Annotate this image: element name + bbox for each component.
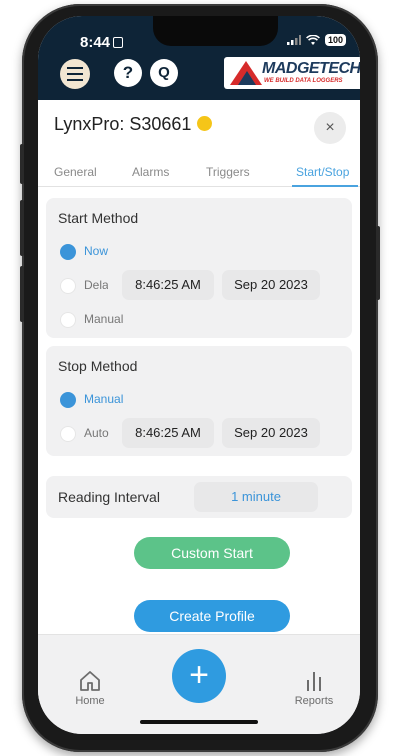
menu-icon-line xyxy=(67,79,83,81)
menu-button[interactable] xyxy=(60,59,90,89)
logo-text: MADGETECH xyxy=(262,60,360,77)
start-method-title: Start Method xyxy=(58,210,139,226)
start-manual-label: Manual xyxy=(84,312,124,326)
nav-reports-label: Reports xyxy=(294,695,334,707)
menu-icon-line xyxy=(67,67,83,69)
status-time: 8:44 xyxy=(80,34,124,51)
stop-method-title: Stop Method xyxy=(58,358,138,374)
logo-tagline: WE BUILD DATA LOGGERS xyxy=(264,78,343,84)
tab-bar: General Alarms Triggers Start/Stop xyxy=(38,158,360,187)
stop-manual-label: Manual xyxy=(84,392,124,406)
stop-method-card: Stop Method Manual Auto 8:46:25 AM Sep 2… xyxy=(46,346,352,456)
nav-reports[interactable]: Reports xyxy=(284,669,344,707)
tab-triggers[interactable]: Triggers xyxy=(206,165,250,179)
signal-icon xyxy=(286,35,301,45)
wifi-icon xyxy=(306,34,320,45)
add-button[interactable]: + xyxy=(172,649,226,703)
reports-icon xyxy=(307,672,321,691)
device-panel: LynxPro: S30661 × General Alarms Trigger… xyxy=(38,100,360,634)
tab-alarms[interactable]: Alarms xyxy=(132,165,169,179)
app-screen: 8:44 100 ? Q MADGETECH WE BUILD DATA LOG… xyxy=(38,16,360,734)
home-icon xyxy=(80,671,100,691)
home-indicator xyxy=(140,720,258,724)
phone-power-button xyxy=(376,226,380,300)
q-button[interactable]: Q xyxy=(150,59,178,87)
phone-volume-up xyxy=(20,200,24,256)
menu-icon-line xyxy=(67,73,83,75)
status-icons: 100 xyxy=(286,34,346,46)
bottom-nav: Home + Reports xyxy=(38,634,360,734)
stop-time-field[interactable]: 8:46:25 AM xyxy=(122,418,214,448)
tab-general[interactable]: General xyxy=(54,165,97,179)
phone-side-button xyxy=(20,144,24,184)
custom-start-button[interactable]: Custom Start xyxy=(134,537,290,569)
stop-auto-label: Auto xyxy=(84,426,109,440)
start-delay-radio[interactable] xyxy=(60,278,76,294)
tab-start-stop[interactable]: Start/Stop xyxy=(296,165,349,179)
start-manual-radio[interactable] xyxy=(60,312,76,328)
status-dot xyxy=(197,116,213,131)
reading-interval-label: Reading Interval xyxy=(58,489,160,505)
phone-volume-down xyxy=(20,266,24,322)
nav-home-label: Home xyxy=(75,695,105,707)
start-now-label: Now xyxy=(84,244,109,258)
create-profile-button[interactable]: Create Profile xyxy=(134,600,290,632)
stop-date-field[interactable]: Sep 20 2023 xyxy=(222,418,320,448)
stop-auto-radio[interactable] xyxy=(60,426,76,442)
stop-manual-radio[interactable] xyxy=(60,392,76,408)
close-button[interactable]: × xyxy=(314,112,346,144)
active-tab-indicator xyxy=(292,185,358,187)
start-now-radio[interactable] xyxy=(60,244,76,260)
help-button[interactable]: ? xyxy=(114,59,142,87)
start-method-card: Start Method Now Delay 8:46:25 AM Sep 20… xyxy=(46,198,352,338)
start-date-field[interactable]: Sep 20 2023 xyxy=(222,270,320,300)
reading-interval-field[interactable]: 1 minute xyxy=(194,482,318,512)
logo-mountain-icon xyxy=(230,61,262,85)
start-time-field[interactable]: 8:46:25 AM xyxy=(122,270,214,300)
start-delay-label: Delay xyxy=(84,278,108,292)
app-header: 8:44 100 ? Q MADGETECH WE BUILD DATA LOG… xyxy=(38,16,360,100)
device-title: LynxPro: S30661 xyxy=(54,114,213,135)
nav-home[interactable]: Home xyxy=(60,669,120,707)
camera-notch xyxy=(153,16,278,46)
battery-icon: 100 xyxy=(324,34,346,46)
sim-icon xyxy=(113,37,124,48)
reading-interval-card: Reading Interval 1 minute xyxy=(46,476,352,518)
madgetech-logo: MADGETECH WE BUILD DATA LOGGERS xyxy=(224,57,360,89)
